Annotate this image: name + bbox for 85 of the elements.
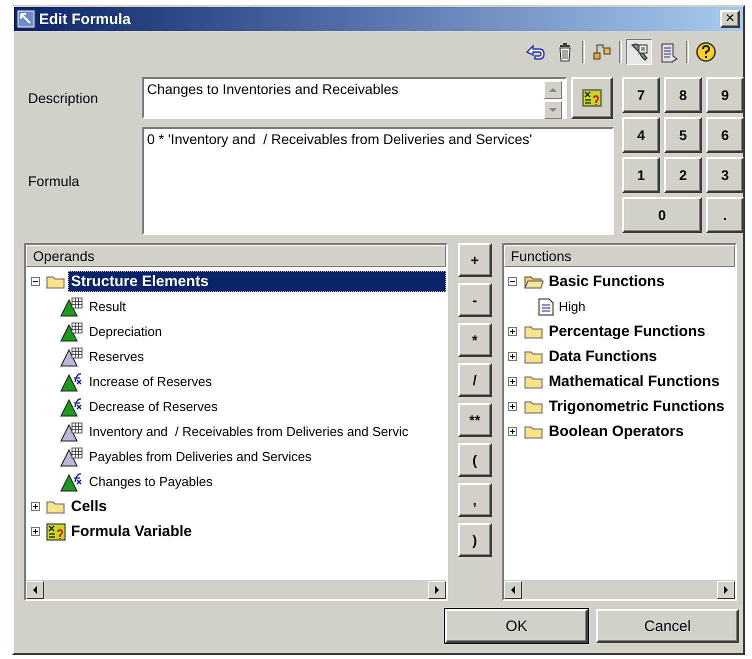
formula-element-icon — [60, 372, 84, 392]
operator-button[interactable]: ) — [458, 523, 492, 557]
keypad-button[interactable]: 2 — [664, 157, 702, 193]
expand-icon[interactable] — [508, 352, 518, 361]
collapse-icon[interactable] — [30, 277, 40, 286]
folder-icon — [524, 374, 544, 390]
operator-button[interactable]: / — [458, 363, 492, 397]
expand-icon[interactable] — [508, 427, 518, 436]
formula-variable-icon — [46, 522, 66, 540]
keypad-button[interactable]: 8 — [664, 77, 702, 113]
operator-button[interactable]: ** — [458, 403, 492, 437]
formula-variable-icon — [582, 89, 602, 107]
operator-button[interactable]: ( — [458, 443, 492, 477]
tree-item[interactable]: Payables from Deliveries and Services — [86, 447, 315, 466]
keypad-button[interactable]: 1 — [622, 157, 660, 193]
folder-icon — [524, 398, 544, 414]
folder-icon — [524, 348, 544, 364]
tree-item[interactable]: Data Functions — [546, 346, 660, 367]
tree-item[interactable]: Structure Elements — [68, 271, 446, 292]
tree-item[interactable]: Result — [86, 297, 129, 316]
tree-item[interactable]: Reserves — [86, 347, 147, 366]
toolbar-button[interactable] — [626, 39, 652, 65]
keypad-button[interactable]: 0 — [622, 197, 702, 233]
scroll-left-icon[interactable] — [32, 586, 38, 594]
help-icon — [695, 41, 717, 63]
tree-item[interactable]: Decrease of Reserves — [86, 397, 221, 416]
tree-item[interactable]: Trigonometric Functions — [546, 396, 728, 417]
operator-button[interactable]: - — [458, 283, 492, 317]
keypad-button[interactable]: . — [706, 197, 744, 233]
tree-item[interactable]: Changes to Payables — [86, 472, 216, 491]
scroll-right-icon[interactable] — [723, 586, 730, 594]
keypad-button[interactable]: 5 — [664, 117, 702, 153]
tree-item[interactable]: Depreciation — [86, 322, 165, 341]
tree-item[interactable]: Basic Functions — [546, 271, 668, 292]
horizontal-scrollbar[interactable] — [504, 580, 736, 599]
folder-icon — [524, 424, 544, 440]
keypad-button[interactable]: 3 — [706, 157, 744, 193]
horizontal-scrollbar[interactable] — [26, 580, 446, 599]
expand-icon[interactable] — [508, 377, 518, 386]
close-button[interactable]: × — [720, 10, 740, 28]
tree-item[interactable]: Inventory and / Receivables from Deliveries and Servic — [86, 422, 412, 441]
tree-item[interactable]: Formula Variable — [68, 521, 195, 542]
tree-item[interactable]: Percentage Functions — [546, 321, 708, 342]
operator-button[interactable]: + — [458, 243, 492, 277]
grid-element-icon — [60, 296, 84, 316]
expand-icon[interactable] — [508, 402, 518, 411]
column-header[interactable]: Functions — [504, 245, 736, 267]
tree-item[interactable]: Boolean Operators — [546, 421, 687, 442]
open-folder-icon — [524, 274, 544, 290]
grid-element-icon — [60, 346, 84, 366]
keypad-button[interactable]: 4 — [622, 117, 660, 153]
tree-item[interactable]: Mathematical Functions — [546, 371, 723, 392]
expand-icon[interactable] — [30, 527, 40, 536]
tree-item[interactable]: Increase of Reserves — [86, 372, 215, 391]
grid-element-icon — [60, 422, 84, 442]
expand-icon[interactable] — [508, 327, 518, 336]
formula-field[interactable]: 0 * 'Inventory and / Receivables from Deliveries and Services' — [142, 127, 614, 235]
grid-element-icon — [60, 322, 84, 342]
formula-variable-button[interactable] — [571, 77, 613, 119]
folder-icon — [46, 274, 66, 290]
document-icon — [538, 298, 554, 316]
operator-button[interactable]: * — [458, 323, 492, 357]
field-label: Formula — [27, 173, 80, 189]
scroll-left-icon[interactable] — [510, 586, 516, 594]
description-field[interactable]: Changes to Inventories and Receivables — [142, 77, 567, 119]
cancel-button[interactable]: Cancel — [596, 609, 739, 643]
app-icon — [17, 10, 35, 28]
collapse-icon[interactable] — [508, 277, 518, 286]
keypad-button[interactable]: 7 — [622, 77, 660, 113]
formula-element-icon — [60, 396, 84, 416]
expand-icon[interactable] — [30, 502, 40, 511]
field-label: Description — [27, 90, 100, 106]
folder-icon — [524, 324, 544, 340]
formula-element-icon — [60, 472, 84, 492]
tree-item[interactable]: High — [556, 297, 588, 316]
column-header[interactable]: Operands — [26, 245, 446, 267]
grid-element-icon — [60, 446, 84, 466]
keypad-button[interactable]: 9 — [706, 77, 744, 113]
operator-button[interactable]: , — [458, 483, 492, 517]
folder-icon — [46, 498, 66, 514]
scroll-right-icon[interactable] — [434, 586, 440, 594]
ok-button[interactable]: OK — [445, 609, 588, 643]
tree-item[interactable]: Cells — [68, 496, 110, 517]
keypad-button[interactable]: 6 — [706, 117, 744, 153]
window-title: Edit Formula — [39, 10, 132, 28]
